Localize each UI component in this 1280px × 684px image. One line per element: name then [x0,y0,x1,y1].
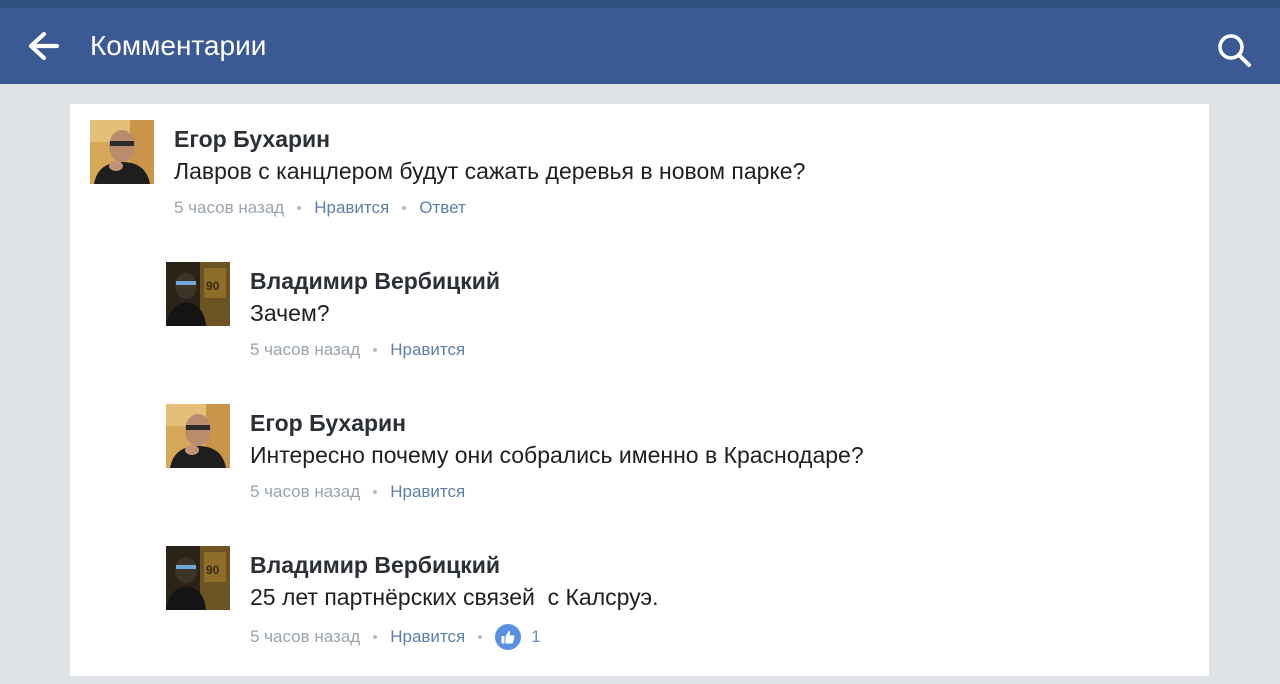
like-link[interactable]: Нравится [390,482,465,502]
comment-meta: 5 часов назад Нравится [250,340,465,360]
separator-dot [373,490,378,494]
svg-text:90: 90 [206,279,220,293]
avatar[interactable]: 90 [166,546,230,610]
search-button[interactable] [1212,28,1256,72]
comment-item: 90 Владимир Вербицкий 25 лет партнёрских… [166,546,1186,656]
separator-dot [478,635,483,639]
comment-text: Интересно почему они собрались именно в … [250,442,864,468]
svg-text:90: 90 [206,563,220,577]
like-link[interactable]: Нравится [390,340,465,360]
comment-time: 5 часов назад [250,627,361,646]
back-button[interactable] [22,28,62,64]
comment-text: 25 лет партнёрских связей с Калсруэ. [250,584,659,610]
comment-item: Егор Бухарин Интересно почему они собрал… [166,404,1186,504]
comment-author[interactable]: Владимир Вербицкий [250,552,500,579]
comment-meta: 5 часов назад Нравится Ответ [174,198,466,218]
comment-text: Зачем? [250,300,330,326]
like-link[interactable]: Нравится [314,198,389,218]
comment-item: 90 Владимир Вербицкий Зачем? 5 часов наз… [166,262,1186,362]
avatar[interactable] [166,404,230,468]
comment-item: Егор Бухарин Лавров с канцлером будут са… [90,120,1190,220]
comment-author[interactable]: Егор Бухарин [174,126,330,153]
comment-meta: 5 часов назад Нравится [250,482,465,502]
likes-badge[interactable]: 1 [495,624,541,650]
separator-dot [373,635,378,639]
separator-dot [373,348,378,352]
comment-meta: 5 часов назад Нравится 1 [250,624,541,650]
comment-time: 5 часов назад [250,482,361,501]
comment-author[interactable]: Егор Бухарин [250,410,406,437]
avatar[interactable] [90,120,154,184]
comments-list: Егор Бухарин Лавров с канцлером будут са… [70,104,1209,676]
comment-author[interactable]: Владимир Вербицкий [250,268,500,295]
reply-link[interactable]: Ответ [419,198,466,218]
arrow-left-icon [28,31,60,61]
separator-dot [297,206,302,210]
comment-time: 5 часов назад [174,198,285,217]
app-bar: Комментарии [0,8,1280,84]
comment-text: Лавров с канцлером будут сажать деревья … [174,158,806,184]
avatar[interactable]: 90 [166,262,230,326]
comment-time: 5 часов назад [250,340,361,359]
separator-dot [402,206,407,210]
page-title: Комментарии [90,30,267,61]
search-icon [1218,34,1251,67]
thumbs-up-icon [495,624,522,650]
likes-count: 1 [531,627,541,646]
status-bar [0,0,1280,8]
like-link[interactable]: Нравится [390,627,465,647]
